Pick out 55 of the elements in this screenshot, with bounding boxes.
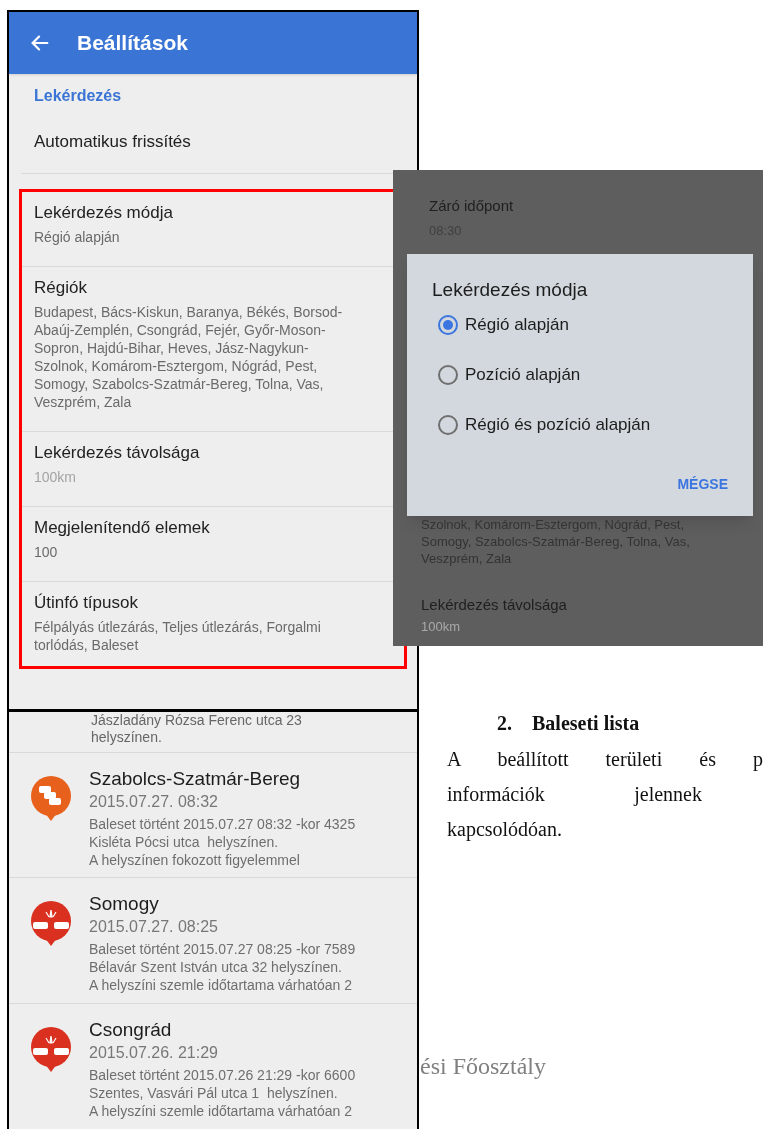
incident-description: A helyszíni szemle időtartama várhatóan 2 [89, 1101, 353, 1120]
setting-title[interactable]: Megjelenítendő elemek [34, 517, 392, 539]
radio-button[interactable] [438, 414, 458, 435]
incident-date: 2015.07.27. 08:32 [89, 792, 218, 812]
setting-summary: Abaúj-Zemplén, Csongrád, Fejér, Győr-Moson- [34, 321, 326, 339]
incident-region: Szabolcs-Szatmár-Bereg [89, 767, 301, 791]
setting-title[interactable]: Automatikus frissítés [34, 128, 191, 155]
radio-button[interactable] [438, 314, 458, 335]
setting-title[interactable]: Lekérdezés módja [34, 202, 392, 224]
incident-row[interactable]: Szabolcs-Szatmár-Bereg 2015.07.27. 08:32 Baleset történt 2015.07.27 08:32 -kor 4325 Kisléta Pócsi utca helyszínen. A helyszínen fokozott figyelemmel [9, 753, 417, 879]
setting-summary: Régió alapján [34, 228, 120, 246]
setting-title[interactable]: Régiók [34, 277, 392, 299]
body-text: A beállított területi és p [447, 747, 763, 773]
radio-label[interactable]: Régió és pozíció alapján [465, 411, 651, 438]
incident-description: Kisléta Pócsi utca helyszínen. [89, 833, 279, 851]
body-text: információk jelennek [447, 782, 702, 808]
radio-label[interactable]: Pozíció alapján [465, 361, 581, 388]
setting-summary: Félpályás útlezárás, Teljes útlezárás, Forgalmi [34, 618, 321, 636]
incident-description: Bélavár Szent István utca 32 helyszínen. [89, 958, 342, 977]
setting-summary: Budapest, Bács-Kiskun, Baranya, Békés, Borsod- [34, 303, 343, 321]
incident-region: Csongrád [89, 1017, 172, 1042]
radio-button[interactable] [438, 364, 458, 385]
setting-summary: 100km [34, 468, 77, 486]
incident-description: Jászladány Rózsa Ferenc utca 23 [91, 712, 302, 729]
incident-region: Somogy [89, 892, 159, 917]
setting-title[interactable]: Útinfó típusok [34, 592, 392, 614]
incident-description: helyszínen. [91, 729, 162, 746]
incident-date: 2015.07.26. 21:29 [89, 1042, 218, 1063]
car-crash-icon [29, 1025, 73, 1074]
incident-row[interactable]: Csongrád 2015.07.26. 21:29 Baleset történt 2015.07.26 21:29 -kor 6600 Szentes, Vasvári Pál utca 1 helyszínen. A helyszíni szemle időtartama várhatóan 2 [9, 1003, 417, 1129]
incident-description: Baleset történt 2015.07.27 08:32 -kor 4325 [89, 815, 356, 833]
footer-text: ési Főosztály [420, 1052, 546, 1081]
setting-summary: torlódás, Baleset [34, 636, 139, 654]
radio-label[interactable]: Régió alapján [465, 311, 569, 338]
heading-number: 2. [497, 711, 512, 736]
section-header: Lekérdezés [34, 86, 123, 106]
setting-summary: 100km [421, 617, 461, 636]
setting-summary: Szolnok, Komárom-Esztergom, Nógrád, Pest, [34, 357, 318, 375]
setting-summary: Sopron, Hajdú-Bihar, Heves, Jász-Nagykun- [34, 339, 309, 357]
dialog-title: Lekérdezés módja [432, 278, 588, 302]
setting-summary: Somogy, Szabolcs-Szatmár-Bereg, Tolna, Vas, [34, 375, 324, 393]
setting-title: Záró időpont [429, 196, 514, 216]
setting-title: Lekérdezés távolsága [421, 595, 567, 615]
section-heading: Baleseti lista [532, 711, 640, 736]
setting-summary: 100 [34, 543, 58, 561]
incident-date: 2015.07.27. 08:25 [89, 917, 218, 938]
screen-title: Beállítások [77, 30, 188, 57]
incident-description: A helyszíni szemle időtartama várhatóan 2 [89, 976, 353, 995]
incident-row[interactable]: Somogy 2015.07.27. 08:25 Baleset történt 2015.07.27 08:25 -kor 7589 Bélavár Szent István utca 32 helyszínen. A helyszíni szemle időtartama várhatóan 2 [9, 878, 417, 1004]
incident-description: Szentes, Vasvári Pál utca 1 helyszínen. [89, 1083, 338, 1102]
incident-description: Baleset történt 2015.07.26 21:29 -kor 6600 [89, 1065, 356, 1084]
body-text: kapcsolódóan. [447, 817, 562, 843]
incident-description: Baleset történt 2015.07.27 08:25 -kor 7589 [89, 940, 356, 959]
incident-description: A helyszínen fokozott figyelemmel [89, 851, 300, 869]
setting-summary: Veszprém, Zala [34, 393, 132, 411]
